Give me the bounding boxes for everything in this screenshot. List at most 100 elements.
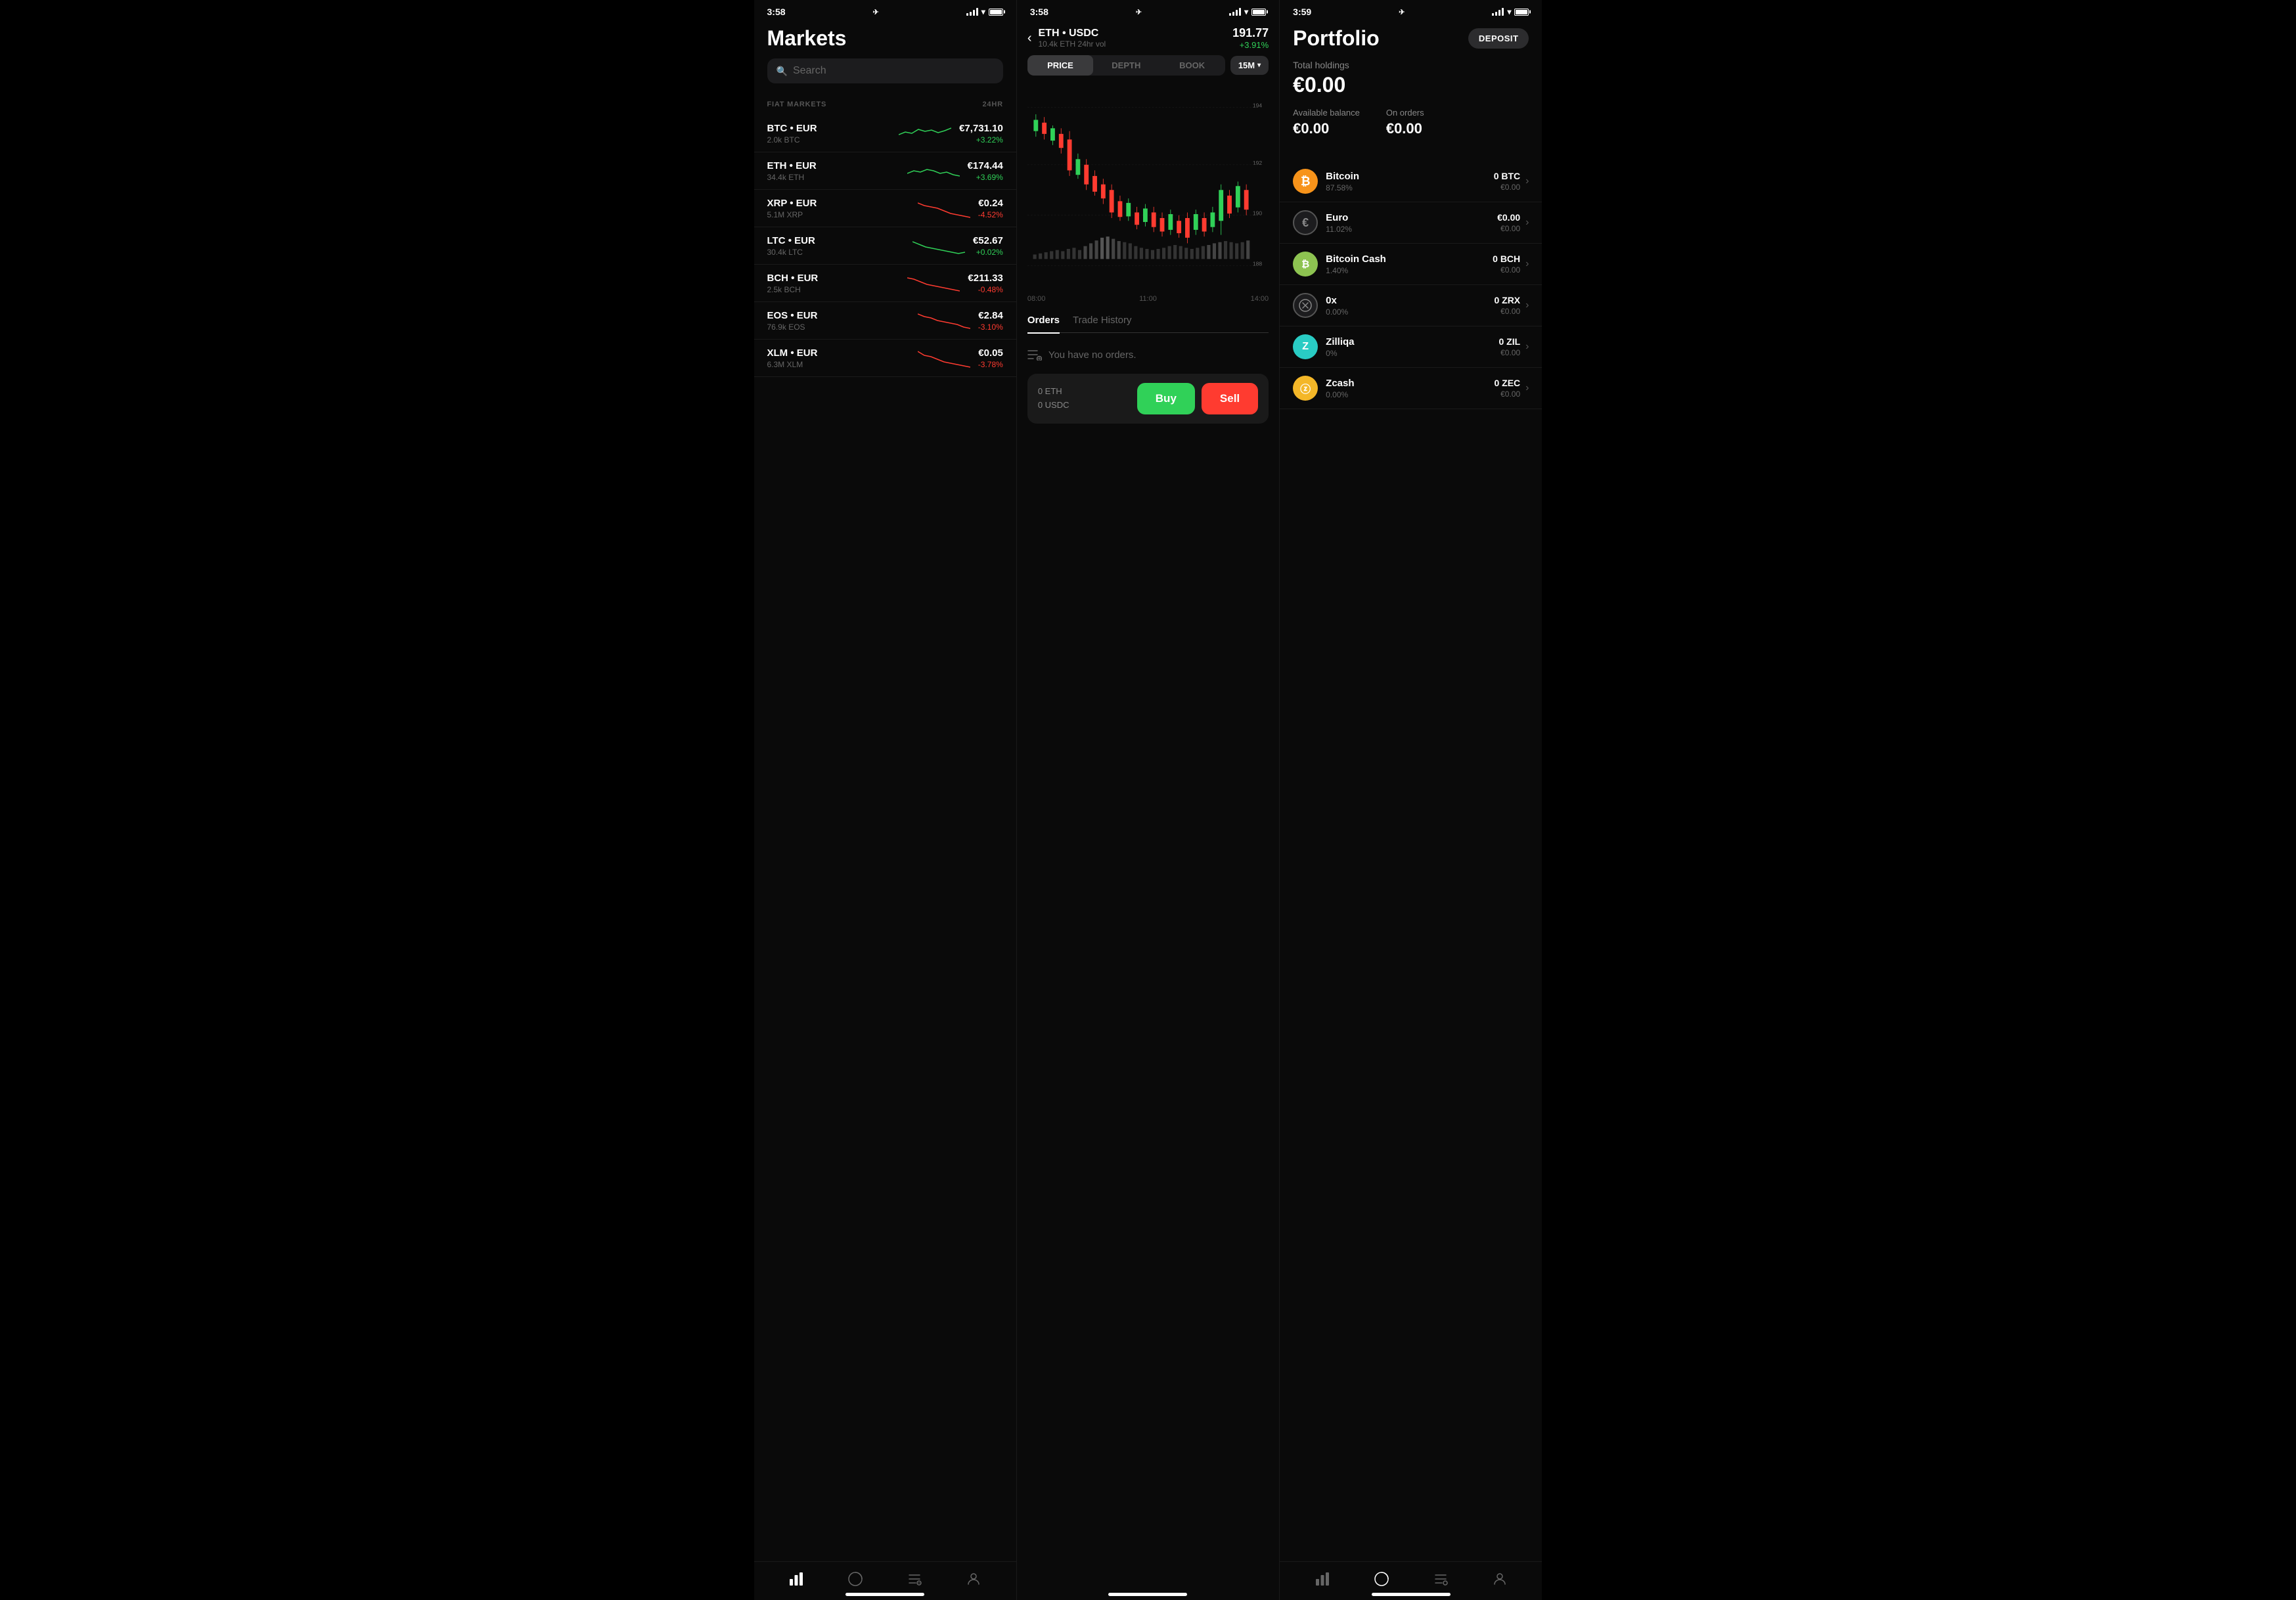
asset-item-euro[interactable]: € Euro 11.02% €0.00 €0.00 › (1280, 202, 1542, 244)
bitcoin-pct: 87.58% (1326, 183, 1494, 192)
zil-amount: 0 ZIL €0.00 (1498, 336, 1520, 357)
market-volume-xlm: 6.3M XLM (767, 360, 910, 369)
market-item-ltc[interactable]: LTC • EUR 30.4k LTC €52.67 +0.02% (754, 227, 1016, 265)
nav-portfolio-3[interactable] (1374, 1571, 1389, 1587)
status-icons-3: ▾ (1492, 7, 1529, 16)
wifi-icon-1: ▾ (981, 7, 985, 16)
asset-item-bitcoin[interactable]: ₿ Bitcoin 87.58% 0 BTC €0.00 › (1280, 161, 1542, 202)
market-chart-xrp (918, 196, 970, 220)
no-orders-message: You have no orders. (1027, 342, 1269, 367)
status-bar-3: 3:59 ✈ ▾ (1280, 0, 1542, 21)
zec-eur-amount: €0.00 (1494, 389, 1520, 399)
bch-chevron: › (1525, 258, 1529, 270)
euro-amount: €0.00 €0.00 (1497, 212, 1520, 233)
bitcoin-amount: 0 BTC €0.00 (1494, 171, 1520, 192)
orders-icon (907, 1571, 922, 1587)
market-volume-bch: 2.5k BCH (767, 285, 900, 294)
bitcoin-chevron: › (1525, 175, 1529, 187)
market-volume-eos: 76.9k EOS (767, 322, 910, 332)
tab-trade-history[interactable]: Trade History (1073, 315, 1131, 326)
market-pair-xrp: XRP • EUR (767, 198, 910, 209)
on-orders-label: On orders (1386, 108, 1424, 118)
status-time-1: 3:58 (767, 7, 786, 17)
asset-item-zrx[interactable]: 0x 0.00% 0 ZRX €0.00 › (1280, 285, 1542, 326)
market-pair-eos: EOS • EUR (767, 310, 910, 321)
svg-text:190: 190 (1253, 210, 1262, 217)
asset-item-bch[interactable]: ₿ Bitcoin Cash 1.40% 0 BCH €0.00 › (1280, 244, 1542, 285)
chart-pair-name: ETH • USDC (1039, 28, 1227, 39)
nav-markets[interactable] (788, 1571, 804, 1587)
buy-button[interactable]: Buy (1137, 383, 1195, 414)
zil-name: Zilliqa (1326, 336, 1498, 347)
account-icon-3 (1492, 1571, 1508, 1587)
nav-account-3[interactable] (1492, 1571, 1508, 1587)
tab-depth[interactable]: DEPTH (1093, 55, 1159, 76)
zil-pct: 0% (1326, 349, 1498, 358)
timeframe-selector[interactable]: 15M ▾ (1230, 56, 1269, 75)
battery-icon-2 (1251, 9, 1266, 16)
portfolio-phone: 3:59 ✈ ▾ Portfolio DEPOSIT Total holding… (1280, 0, 1542, 1600)
zil-crypto-amount: 0 ZIL (1498, 336, 1520, 347)
market-price-eos: €2.84 -3.10% (978, 310, 1003, 332)
available-balance-col: Available balance €0.00 (1293, 108, 1360, 137)
bch-name: Bitcoin Cash (1326, 254, 1493, 265)
bch-eur-amount: €0.00 (1493, 265, 1520, 275)
market-volume-ltc: 30.4k LTC (767, 248, 905, 257)
home-indicator-3 (1372, 1593, 1451, 1596)
euro-name: Euro (1326, 212, 1497, 223)
trade-bar: 0 ETH 0 USDC Buy Sell (1027, 374, 1269, 424)
tab-orders[interactable]: Orders (1027, 315, 1060, 334)
nav-orders[interactable] (907, 1571, 922, 1587)
tab-price[interactable]: PRICE (1027, 55, 1093, 76)
portfolio-icon-3 (1374, 1571, 1389, 1587)
bitcoin-name: Bitcoin (1326, 171, 1494, 182)
zil-icon: Z (1293, 334, 1318, 359)
search-icon: 🔍 (777, 66, 788, 77)
zrx-name: 0x (1326, 295, 1494, 306)
nav-markets-3[interactable] (1315, 1571, 1330, 1587)
market-info-eos: EOS • EUR 76.9k EOS (767, 310, 910, 332)
zrx-pct: 0.00% (1326, 307, 1494, 317)
bitcoin-icon: ₿ (1293, 169, 1318, 194)
market-item-bch[interactable]: BCH • EUR 2.5k BCH €211.33 -0.48% (754, 265, 1016, 302)
chevron-down-icon: ▾ (1257, 62, 1261, 69)
market-item-xrp[interactable]: XRP • EUR 5.1M XRP €0.24 -4.52% (754, 190, 1016, 227)
search-placeholder: Search (793, 65, 826, 77)
market-chart-bch (907, 271, 960, 295)
market-item-xlm[interactable]: XLM • EUR 6.3M XLM €0.05 -3.78% (754, 340, 1016, 377)
market-item-btc[interactable]: BTC • EUR 2.0k BTC €7,731.10 +3.22% (754, 115, 1016, 152)
search-bar[interactable]: 🔍 Search (767, 58, 1003, 83)
wifi-icon-3: ▾ (1507, 7, 1511, 16)
bch-amount: 0 BCH €0.00 (1493, 254, 1520, 275)
available-value: €0.00 (1293, 120, 1360, 137)
nav-portfolio[interactable] (847, 1571, 863, 1587)
zec-pct: 0.00% (1326, 390, 1494, 399)
tab-book[interactable]: BOOK (1159, 55, 1225, 76)
nav-account[interactable] (966, 1571, 981, 1587)
status-bar-1: 3:58 ✈ ▾ (754, 0, 1016, 21)
battery-icon-3 (1514, 9, 1529, 16)
zec-crypto-amount: 0 ZEC (1494, 378, 1520, 388)
back-button[interactable]: ‹ (1027, 31, 1032, 46)
usdc-balance: 0 USDC (1038, 399, 1131, 412)
markets-icon (788, 1571, 804, 1587)
location-icon-2: ✈ (1136, 8, 1142, 16)
zec-icon: ⓩ (1293, 376, 1318, 401)
svg-text:188: 188 (1253, 261, 1262, 267)
market-price-btc: €7,731.10 +3.22% (959, 123, 1003, 144)
home-indicator-1 (845, 1593, 924, 1596)
asset-item-zec[interactable]: ⓩ Zcash 0.00% 0 ZEC €0.00 › (1280, 368, 1542, 409)
asset-item-zil[interactable]: Z Zilliqa 0% 0 ZIL €0.00 › (1280, 326, 1542, 368)
deposit-button[interactable]: DEPOSIT (1468, 28, 1529, 49)
signal-icon-1 (966, 8, 978, 16)
sell-button[interactable]: Sell (1202, 383, 1258, 414)
zec-name: Zcash (1326, 378, 1494, 389)
timeframe-label: 15M (1238, 60, 1255, 70)
eth-balance: 0 ETH (1038, 385, 1131, 399)
market-item-eos[interactable]: EOS • EUR 76.9k EOS €2.84 -3.10% (754, 302, 1016, 340)
nav-orders-3[interactable] (1433, 1571, 1449, 1587)
zrx-info: 0x 0.00% (1326, 295, 1494, 317)
market-item-eth[interactable]: ETH • EUR 34.4k ETH €174.44 +3.69% (754, 152, 1016, 190)
chart-pair-info: ETH • USDC 10.4k ETH 24hr vol (1039, 28, 1227, 49)
zil-chevron: › (1525, 341, 1529, 353)
